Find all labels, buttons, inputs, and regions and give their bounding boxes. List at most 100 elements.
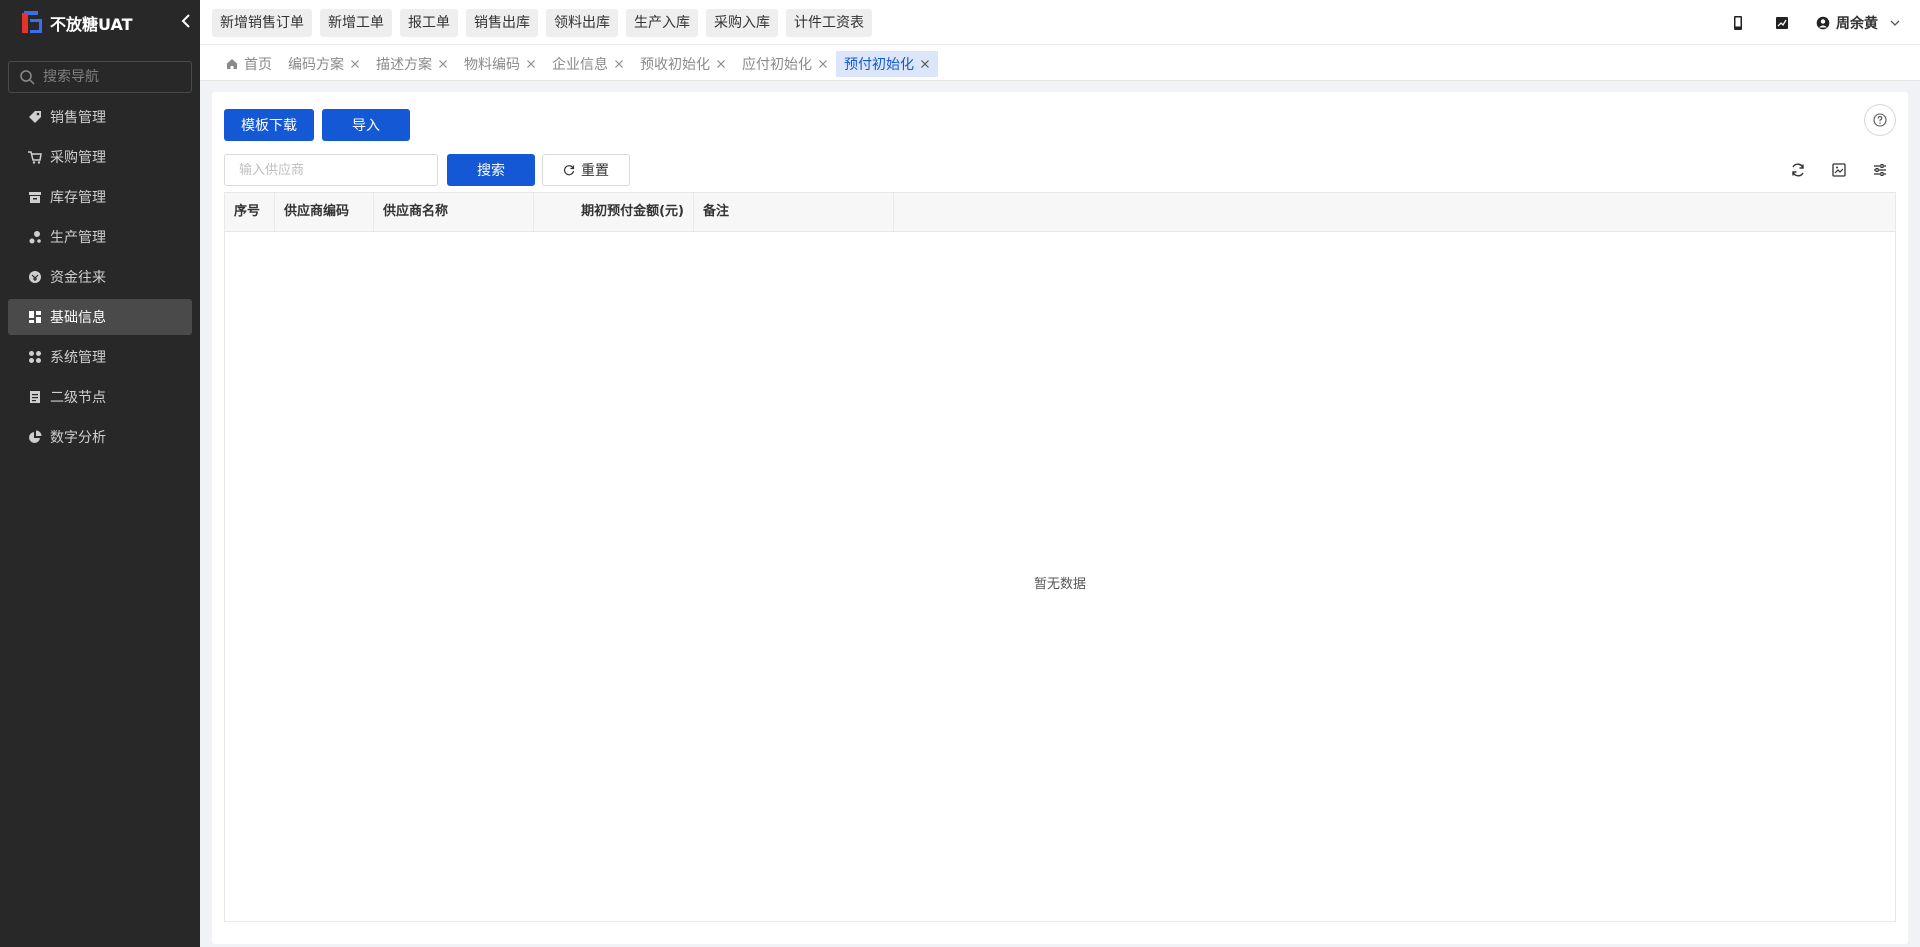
column-header-supplier-code[interactable]: 供应商编码 xyxy=(275,193,374,231)
close-icon[interactable] xyxy=(818,59,828,69)
funds-icon xyxy=(28,270,42,284)
sidebar-item-label: 销售管理 xyxy=(50,110,106,126)
sidebar-item-label: 二级节点 xyxy=(50,390,106,406)
tab-label: 物料编码 xyxy=(464,57,520,73)
sidebar-item-label: 生产管理 xyxy=(50,230,106,246)
tab-label: 预收初始化 xyxy=(640,57,710,73)
sidebar: 不放糖UAT 销售管理 采购管理 库存管理 生产管理 资金往来 xyxy=(0,0,200,947)
sidebar-item-production[interactable]: 生产管理 xyxy=(8,219,192,255)
quick-action-purchase-inbound[interactable]: 采购入库 xyxy=(706,9,778,37)
sidebar-menu: 销售管理 采购管理 库存管理 生产管理 资金往来 基础信息 系统管理 二级节点 xyxy=(0,99,200,455)
tab-company-info[interactable]: 企业信息 xyxy=(544,51,632,77)
tab-label: 预付初始化 xyxy=(844,57,914,73)
tab-home[interactable]: 首页 xyxy=(218,51,280,77)
sidebar-item-system[interactable]: 系统管理 xyxy=(8,339,192,375)
search-icon xyxy=(20,70,35,85)
tab-description-scheme[interactable]: 描述方案 xyxy=(368,51,456,77)
user-menu[interactable]: 周余黄 xyxy=(1816,13,1906,33)
tab-label: 企业信息 xyxy=(552,57,608,73)
sidebar-item-label: 资金往来 xyxy=(50,270,106,286)
user-name: 周余黄 xyxy=(1836,15,1878,32)
column-settings-icon[interactable] xyxy=(1872,162,1888,178)
mobile-icon[interactable] xyxy=(1730,15,1746,31)
tab-material-code[interactable]: 物料编码 xyxy=(456,51,544,77)
sidebar-item-secondary-node[interactable]: 二级节点 xyxy=(8,379,192,415)
tab-prepayment-init[interactable]: 预付初始化 xyxy=(836,51,938,77)
tabs-bar: 首页 编码方案 描述方案 物料编码 企业信息 预收初始化 应付初始化 预付初始化 xyxy=(200,45,1920,81)
tab-label: 编码方案 xyxy=(288,57,344,73)
dashboard-icon xyxy=(28,310,42,324)
sidebar-item-inventory[interactable]: 库存管理 xyxy=(8,179,192,215)
production-icon xyxy=(28,230,42,244)
sidebar-item-label: 库存管理 xyxy=(50,190,106,206)
sidebar-item-analytics[interactable]: 数字分析 xyxy=(8,419,192,455)
close-icon[interactable] xyxy=(526,59,536,69)
tag-icon xyxy=(28,110,42,124)
close-icon[interactable] xyxy=(614,59,624,69)
close-icon[interactable] xyxy=(920,59,930,69)
sidebar-item-funds[interactable]: 资金往来 xyxy=(8,259,192,295)
quick-action-sales-outbound[interactable]: 销售出库 xyxy=(466,9,538,37)
quick-action-work-report[interactable]: 报工单 xyxy=(400,9,458,37)
column-header-index[interactable]: 序号 xyxy=(225,193,275,231)
image-export-icon[interactable] xyxy=(1831,162,1847,178)
collapse-sidebar-icon[interactable] xyxy=(178,14,194,32)
sidebar-item-sales[interactable]: 销售管理 xyxy=(8,99,192,135)
nav-search-box[interactable] xyxy=(8,61,192,93)
reset-button[interactable]: 重置 xyxy=(542,154,630,186)
tab-label: 描述方案 xyxy=(376,57,432,73)
sidebar-item-label: 基础信息 xyxy=(50,310,106,326)
column-header-remarks[interactable]: 备注 xyxy=(694,193,894,231)
tab-coding-scheme[interactable]: 编码方案 xyxy=(280,51,368,77)
quick-action-new-work-order[interactable]: 新增工单 xyxy=(320,9,392,37)
refresh-icon xyxy=(563,165,575,176)
page-tabs: 首页 编码方案 描述方案 物料编码 企业信息 预收初始化 应付初始化 预付初始化 xyxy=(218,51,938,77)
import-button[interactable]: 导入 xyxy=(322,109,410,141)
reset-label: 重置 xyxy=(581,163,609,179)
empty-state: 暂无数据 xyxy=(1033,577,1086,592)
top-bar: 新增销售订单 新增工单 报工单 销售出库 领料出库 生产入库 采购入库 计件工资… xyxy=(200,0,1920,45)
tab-label: 首页 xyxy=(244,57,272,73)
quick-action-new-sales-order[interactable]: 新增销售订单 xyxy=(212,9,312,37)
tab-payable-init[interactable]: 应付初始化 xyxy=(734,51,836,77)
tab-advance-receipt-init[interactable]: 预收初始化 xyxy=(632,51,734,77)
top-right-tools: 周余黄 xyxy=(1702,0,1906,45)
sidebar-item-label: 采购管理 xyxy=(50,150,106,166)
sidebar-item-basic-info[interactable]: 基础信息 xyxy=(8,299,192,335)
sidebar-item-label: 数字分析 xyxy=(50,430,106,446)
chevron-down-icon xyxy=(1890,20,1900,26)
sidebar-item-label: 系统管理 xyxy=(50,350,106,366)
table-header: 序号 供应商编码 供应商名称 期初预付金额(元) 备注 xyxy=(225,193,1895,232)
user-icon xyxy=(1816,16,1830,29)
template-download-button[interactable]: 模板下载 xyxy=(224,109,314,141)
column-header-opening-prepayment[interactable]: 期初预付金额(元) xyxy=(534,193,694,231)
column-header-supplier-name[interactable]: 供应商名称 xyxy=(374,193,534,231)
archive-icon xyxy=(28,190,42,204)
close-icon[interactable] xyxy=(716,59,726,69)
logo-icon xyxy=(20,11,44,35)
main-content: 模板下载 导入 搜索 重置 序号 供应商编码 供应商名称 期初预付金额(元) 备… xyxy=(212,92,1908,944)
logo-bar: 不放糖UAT xyxy=(0,0,200,46)
quick-action-piecework-wages[interactable]: 计件工资表 xyxy=(786,9,872,37)
supplier-search-input[interactable] xyxy=(224,154,438,186)
help-button[interactable] xyxy=(1864,104,1896,136)
search-button[interactable]: 搜索 xyxy=(447,154,535,186)
reload-icon[interactable] xyxy=(1790,162,1806,178)
apps-icon xyxy=(28,350,42,364)
document-icon xyxy=(28,390,42,404)
close-icon[interactable] xyxy=(438,59,448,69)
quick-action-material-outbound[interactable]: 领料出库 xyxy=(546,9,618,37)
app-title: 不放糖UAT xyxy=(50,15,133,34)
quick-actions: 新增销售订单 新增工单 报工单 销售出库 领料出库 生产入库 采购入库 计件工资… xyxy=(212,9,880,37)
question-circle-icon xyxy=(1873,113,1887,127)
close-icon[interactable] xyxy=(350,59,360,69)
chart-icon[interactable] xyxy=(1774,15,1790,31)
pie-chart-icon xyxy=(28,430,42,444)
cart-icon xyxy=(28,150,42,164)
home-icon xyxy=(227,59,237,69)
data-table: 序号 供应商编码 供应商名称 期初预付金额(元) 备注 暂无数据 xyxy=(224,192,1896,922)
tab-label: 应付初始化 xyxy=(742,57,812,73)
quick-action-production-inbound[interactable]: 生产入库 xyxy=(626,9,698,37)
sidebar-item-purchase[interactable]: 采购管理 xyxy=(8,139,192,175)
nav-search-input[interactable] xyxy=(43,69,183,85)
